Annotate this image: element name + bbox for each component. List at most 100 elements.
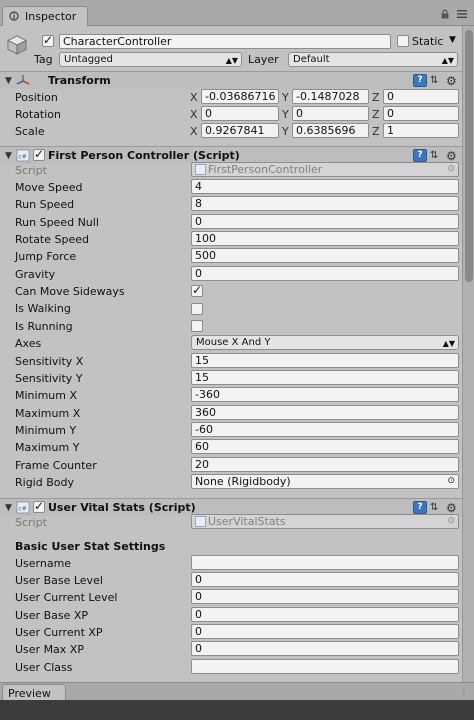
position-label: Position <box>15 91 58 104</box>
sensitivity-x-field[interactable]: 15 <box>191 353 459 368</box>
run-speed-null-field[interactable]: 0 <box>191 214 459 229</box>
foldout-arrow-icon[interactable]: ▼ <box>5 503 12 513</box>
position-y-field[interactable]: -0.1487028 <box>292 89 369 104</box>
rotation-y-field[interactable]: 0 <box>292 106 369 121</box>
axis-y-label: Y <box>282 91 289 104</box>
checkmark-icon: ✓ <box>34 499 45 513</box>
axis-z-label: Z <box>372 108 380 121</box>
object-picker-icon: ⊙ <box>447 516 455 526</box>
basic-user-stat-settings-header: Basic User Stat Settings <box>15 540 166 553</box>
jump-force-field[interactable]: 500 <box>191 248 459 263</box>
static-dropdown-arrow-icon[interactable]: ▼ <box>449 35 456 45</box>
object-picker-icon: ⊙ <box>447 164 455 174</box>
rotation-x-field[interactable]: 0 <box>201 106 279 121</box>
menu-icon[interactable] <box>456 8 468 20</box>
axis-x-label: X <box>190 108 198 121</box>
fpc-enabled-checkbox[interactable]: ✓ <box>33 147 45 161</box>
uvs-script-field: UserVitalStats ⊙ <box>191 514 459 529</box>
is-walking-checkbox[interactable] <box>191 303 203 315</box>
fpc-script-label: Script <box>15 164 47 177</box>
can-move-sideways-checkbox[interactable]: ✓ <box>191 283 203 297</box>
foldout-arrow-icon[interactable]: ▼ <box>5 151 12 161</box>
tab-inspector[interactable]: Inspector <box>2 6 88 26</box>
checkmark-icon: ✓ <box>192 283 203 297</box>
help-book-icon[interactable]: ? <box>413 501 427 514</box>
checkmark-icon: ✓ <box>43 33 54 47</box>
position-x-field[interactable]: -0.03686716 <box>201 89 279 104</box>
is-running-checkbox[interactable] <box>191 320 203 332</box>
gear-icon[interactable]: ⚙ <box>446 501 457 515</box>
user-base-level-field[interactable]: 0 <box>191 572 459 587</box>
uvs-enabled-checkbox[interactable]: ✓ <box>33 499 45 513</box>
tab-inspector-label: Inspector <box>25 10 77 23</box>
sensitivity-x-label: Sensitivity X <box>15 355 84 368</box>
rotate-speed-field[interactable]: 100 <box>191 231 459 246</box>
scrollbar-thumb[interactable] <box>465 30 473 282</box>
axis-x-label: X <box>190 91 198 104</box>
user-class-field[interactable] <box>191 659 459 674</box>
gear-icon[interactable]: ⚙ <box>446 149 457 163</box>
scale-z-field[interactable]: 1 <box>383 123 459 138</box>
fpc-script-field: FirstPersonController ⊙ <box>191 162 459 177</box>
scale-label: Scale <box>15 125 45 138</box>
lock-icon[interactable] <box>440 9 450 19</box>
cs-script-icon: c# <box>16 501 30 514</box>
user-current-xp-label: User Current XP <box>15 626 103 639</box>
gameobject-active-checkbox[interactable]: ✓ <box>42 33 54 47</box>
username-field[interactable] <box>191 555 459 570</box>
minimum-x-label: Minimum X <box>15 389 78 402</box>
dropdown-arrow-icon: ▲▼ <box>225 56 238 65</box>
preset-icon[interactable]: ⇅ <box>430 75 438 86</box>
minimum-x-field[interactable]: -360 <box>191 387 459 402</box>
tag-label: Tag <box>34 53 53 66</box>
cube-icon <box>7 35 27 55</box>
user-current-level-field[interactable]: 0 <box>191 589 459 604</box>
bottom-strip <box>0 700 474 720</box>
maximum-y-field[interactable]: 60 <box>191 439 459 454</box>
object-picker-icon[interactable]: ⊙ <box>447 475 455 488</box>
rigid-body-field[interactable]: None (Rigidbody) ⊙ <box>191 474 459 489</box>
scale-x-field[interactable]: 0.9267841 <box>201 123 279 138</box>
help-book-icon[interactable]: ? <box>413 74 427 87</box>
gravity-field[interactable]: 0 <box>191 266 459 281</box>
transform-title: Transform <box>48 74 111 87</box>
gameobject-name-field[interactable]: CharacterController <box>59 34 391 49</box>
layer-dropdown[interactable]: Default ▲▼ <box>288 52 458 67</box>
axis-x-label: X <box>190 125 198 138</box>
help-book-icon[interactable]: ? <box>413 149 427 162</box>
preset-icon[interactable]: ⇅ <box>430 150 438 161</box>
user-base-xp-field[interactable]: 0 <box>191 607 459 622</box>
sensitivity-y-field[interactable]: 15 <box>191 370 459 385</box>
run-speed-field[interactable]: 8 <box>191 196 459 211</box>
username-label: Username <box>15 557 72 570</box>
frame-counter-field[interactable]: 20 <box>191 457 459 472</box>
axes-dropdown[interactable]: Mouse X And Y ▲▼ <box>191 335 459 350</box>
scale-y-field[interactable]: 0.6385696 <box>292 123 369 138</box>
axis-y-label: Y <box>282 108 289 121</box>
axes-label: Axes <box>15 337 42 350</box>
minimum-y-field[interactable]: -60 <box>191 422 459 437</box>
rigid-body-label: Rigid Body <box>15 476 74 489</box>
fpc-title: First Person Controller (Script) <box>48 149 240 162</box>
frame-counter-label: Frame Counter <box>15 459 97 472</box>
vertical-scrollbar[interactable] <box>462 26 474 682</box>
resize-handle-icon[interactable]: ⋮ <box>460 687 468 696</box>
transform-header[interactable]: ▼ Transform ? ⇅ ⚙ <box>0 71 462 89</box>
maximum-x-field[interactable]: 360 <box>191 405 459 420</box>
rotate-speed-label: Rotate Speed <box>15 233 89 246</box>
cs-script-icon: c# <box>16 149 30 162</box>
user-base-xp-label: User Base XP <box>15 609 89 622</box>
user-max-xp-field[interactable]: 0 <box>191 641 459 656</box>
uvs-script-value: UserVitalStats <box>208 515 286 528</box>
gear-icon[interactable]: ⚙ <box>446 74 457 88</box>
tag-dropdown[interactable]: Untagged ▲▼ <box>59 52 242 67</box>
move-speed-field[interactable]: 4 <box>191 179 459 194</box>
preview-tab[interactable]: Preview <box>2 684 66 701</box>
rotation-z-field[interactable]: 0 <box>383 106 459 121</box>
foldout-arrow-icon[interactable]: ▼ <box>5 76 12 86</box>
static-checkbox[interactable] <box>397 35 409 47</box>
layer-label: Layer <box>248 53 279 66</box>
preset-icon[interactable]: ⇅ <box>430 502 438 513</box>
position-z-field[interactable]: 0 <box>383 89 459 104</box>
user-current-xp-field[interactable]: 0 <box>191 624 459 639</box>
